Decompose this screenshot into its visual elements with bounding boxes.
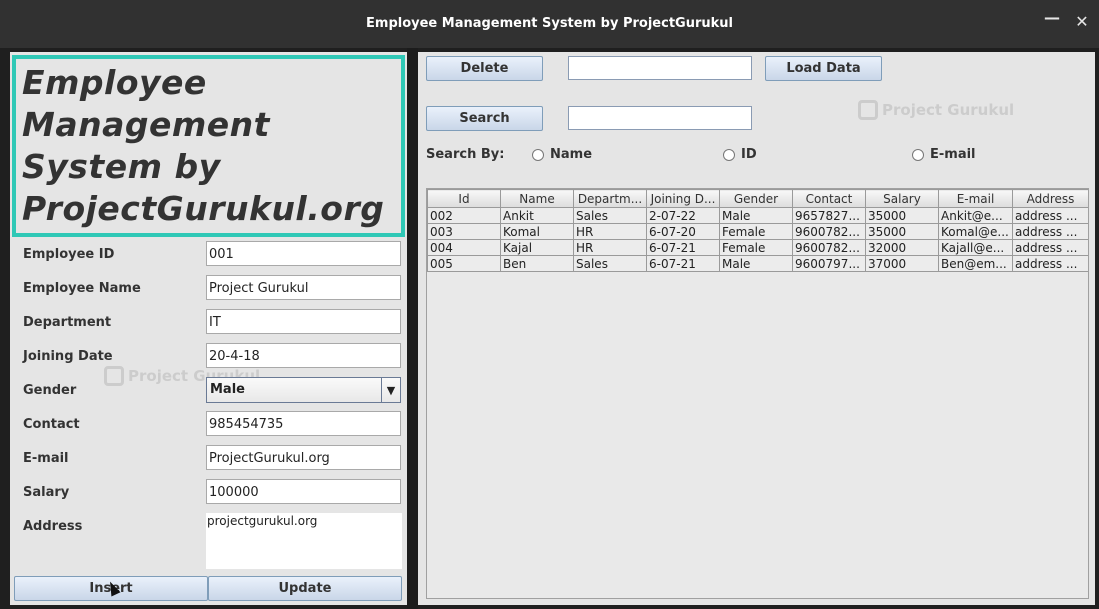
table-cell: 004	[427, 239, 501, 256]
column-header[interactable]: Gender	[719, 189, 793, 208]
table-cell: 2-07-22	[646, 207, 720, 224]
load-data-button[interactable]: Load Data	[765, 56, 882, 81]
table-cell: 003	[427, 223, 501, 240]
joining-date-input[interactable]: 20-4-18	[206, 343, 401, 368]
table-cell: Sales	[573, 207, 647, 224]
table-header-row: Id Name Departm... Joining D... Gender C…	[427, 189, 1088, 208]
employee-table[interactable]: Id Name Departm... Joining D... Gender C…	[426, 188, 1089, 599]
watermark-logo-icon	[104, 366, 124, 386]
table-cell: Kajall@e...	[938, 239, 1013, 256]
heading-line: Management	[22, 105, 270, 144]
table-cell: address ...	[1012, 207, 1088, 224]
delete-button[interactable]: Delete	[426, 56, 543, 81]
window-titlebar: Employee Management System by ProjectGur…	[0, 0, 1099, 48]
table-cell: 9600782...	[792, 239, 866, 256]
search-button[interactable]: Search	[426, 106, 543, 131]
table-cell: HR	[573, 239, 647, 256]
employee-form-panel: Employee Management System by ProjectGur…	[10, 52, 407, 605]
salary-label: Salary	[23, 485, 70, 500]
heading-line: System by	[22, 147, 221, 186]
update-button[interactable]: Update	[208, 576, 402, 601]
table-cell: 6-07-21	[646, 239, 720, 256]
table-cell: 6-07-21	[646, 255, 720, 272]
column-header[interactable]: Name	[500, 189, 574, 208]
heading-line: ProjectGurukul.org	[22, 189, 385, 228]
delete-id-input[interactable]	[568, 56, 752, 80]
table-cell: 37000	[865, 255, 939, 272]
table-cell: address ...	[1012, 255, 1088, 272]
employee-name-label: Employee Name	[23, 281, 141, 296]
table-cell: 6-07-20	[646, 223, 720, 240]
joining-date-label: Joining Date	[23, 349, 113, 364]
watermark: Project Gurukul	[858, 100, 1014, 120]
table-cell: Male	[719, 255, 793, 272]
email-label: E-mail	[23, 451, 69, 466]
table-cell: Female	[719, 223, 793, 240]
table-cell: Male	[719, 207, 793, 224]
column-header[interactable]: Joining D...	[646, 189, 720, 208]
table-row[interactable]: 002 Ankit Sales 2-07-22 Male 9657827... …	[427, 207, 1088, 224]
table-cell: Ankit	[500, 207, 574, 224]
gender-label: Gender	[23, 383, 77, 398]
records-panel: Project Gurukul Project Gurukul Project …	[418, 52, 1095, 605]
heading-box: Employee Management System by ProjectGur…	[12, 55, 405, 237]
table-cell: 9600797...	[792, 255, 866, 272]
radio-circle-icon	[912, 148, 924, 161]
search-by-name-radio[interactable]: Name	[532, 147, 592, 162]
column-header[interactable]: Contact	[792, 189, 866, 208]
search-by-email-radio[interactable]: E-mail	[912, 147, 976, 162]
close-icon[interactable]: ✕	[1072, 12, 1092, 31]
table-cell: address ...	[1012, 239, 1088, 256]
panel-divider	[407, 48, 418, 609]
watermark-logo-icon	[858, 100, 878, 120]
contact-label: Contact	[23, 417, 80, 432]
table-cell: 002	[427, 207, 501, 224]
column-header[interactable]: Departm...	[573, 189, 647, 208]
column-header[interactable]: Address	[1012, 189, 1088, 208]
employee-id-input[interactable]: 001	[206, 241, 401, 266]
department-label: Department	[23, 315, 112, 330]
search-by-id-radio[interactable]: ID	[723, 147, 757, 162]
table-cell: HR	[573, 223, 647, 240]
table-cell: Kajal	[500, 239, 574, 256]
column-header[interactable]: Id	[427, 189, 501, 208]
contact-input[interactable]: 985454735	[206, 411, 401, 436]
heading-line: Employee	[22, 63, 207, 102]
table-cell: Ankit@e...	[938, 207, 1013, 224]
table-cell: 35000	[865, 223, 939, 240]
search-input[interactable]	[568, 106, 752, 130]
gender-select[interactable]: Male ▼	[206, 377, 401, 403]
table-cell: 9600782...	[792, 223, 866, 240]
department-input[interactable]: IT	[206, 309, 401, 334]
table-cell: 32000	[865, 239, 939, 256]
address-label: Address	[23, 519, 83, 534]
table-cell: address ...	[1012, 223, 1088, 240]
table-cell: Female	[719, 239, 793, 256]
address-textarea[interactable]: projectgurukul.org	[206, 513, 402, 569]
column-header[interactable]: Salary	[865, 189, 939, 208]
table-cell: Komal	[500, 223, 574, 240]
gender-select-value: Male	[210, 382, 245, 397]
table-row[interactable]: 004 Kajal HR 6-07-21 Female 9600782... 3…	[427, 239, 1088, 256]
radio-circle-icon	[532, 148, 544, 161]
employee-id-label: Employee ID	[23, 247, 115, 262]
table-row[interactable]: 005 Ben Sales 6-07-21 Male 9600797... 37…	[427, 255, 1088, 272]
table-cell: Komal@e...	[938, 223, 1013, 240]
table-cell: 35000	[865, 207, 939, 224]
employee-name-input[interactable]: Project Gurukul	[206, 275, 401, 300]
email-input[interactable]: ProjectGurukul.org	[206, 445, 401, 470]
table-cell: Ben@em...	[938, 255, 1013, 272]
chevron-down-icon[interactable]: ▼	[381, 378, 400, 402]
table-row[interactable]: 003 Komal HR 6-07-20 Female 9600782... 3…	[427, 223, 1088, 240]
table-cell: Sales	[573, 255, 647, 272]
table-cell: 9657827...	[792, 207, 866, 224]
search-by-label: Search By:	[426, 147, 505, 162]
window-title: Employee Management System by ProjectGur…	[366, 16, 733, 31]
minimize-icon[interactable]: —	[1042, 8, 1062, 27]
salary-input[interactable]: 100000	[206, 479, 401, 504]
column-header[interactable]: E-mail	[938, 189, 1013, 208]
radio-circle-icon	[723, 148, 735, 161]
table-cell: Ben	[500, 255, 574, 272]
table-cell: 005	[427, 255, 501, 272]
